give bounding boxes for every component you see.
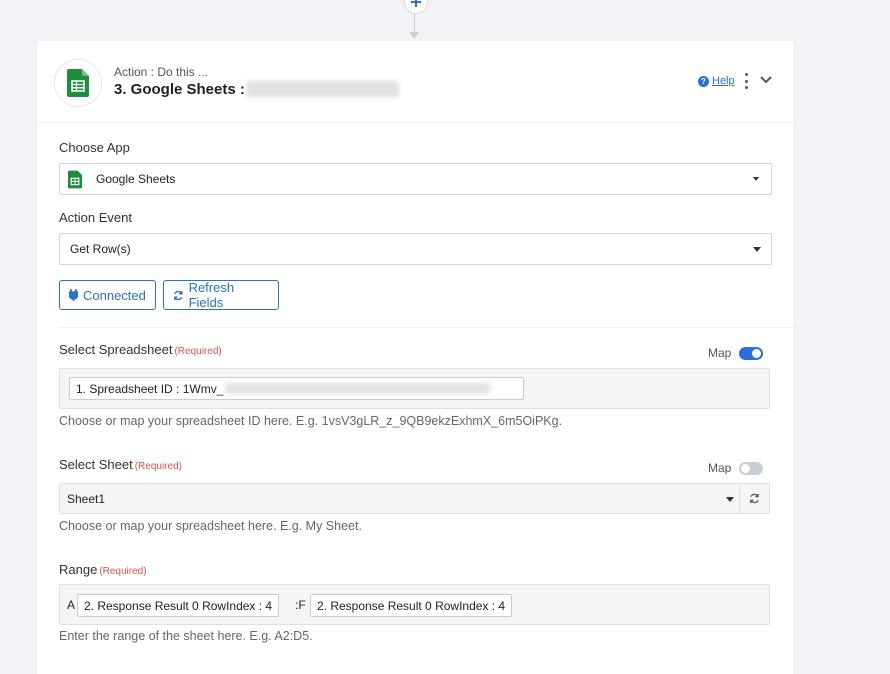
select-sheet-label: Select Sheet (Required)	[59, 457, 182, 472]
refresh-icon	[750, 493, 759, 504]
step-connector	[414, 14, 415, 34]
range-text: Range	[59, 562, 98, 577]
connected-label: Connected	[83, 287, 146, 303]
more-options-icon[interactable]	[743, 73, 749, 89]
spreadsheet-map-field[interactable]: 1. Spreadsheet ID : 1Wmv_	[59, 368, 770, 409]
spreadsheet-id-chip-text: 1. Spreadsheet ID : 1Wmv_	[76, 381, 224, 396]
range-end-chip[interactable]: 2. Response Result 0 RowIndex : 4	[310, 594, 513, 617]
plug-icon	[69, 289, 78, 301]
choose-app-select[interactable]: Google Sheets	[59, 163, 772, 195]
step-subtitle: Action : Do this ...	[114, 65, 209, 79]
sheet-refresh-button[interactable]	[740, 483, 770, 514]
sheet-select[interactable]: Sheet1	[59, 483, 740, 514]
chevron-down-icon[interactable]	[759, 73, 773, 87]
sheet-hint: Choose or map your spreadsheet here. E.g…	[59, 519, 362, 533]
range-prefix: A	[67, 598, 76, 612]
redacted-spreadsheet-id	[225, 383, 491, 394]
sheet-map-toggle[interactable]: Map	[708, 461, 764, 475]
google-sheets-logo	[54, 59, 102, 107]
toggle-switch-off[interactable]	[739, 461, 764, 475]
caret-down-icon	[726, 497, 734, 502]
select-spreadsheet-label: Select Spreadsheet (Required)	[59, 342, 222, 357]
refresh-fields-label: Refresh Fields	[188, 280, 235, 310]
connected-button[interactable]: Connected	[59, 280, 156, 310]
required-marker: (Required)	[99, 566, 147, 577]
help-label: Help	[712, 75, 735, 87]
help-link[interactable]: ? Help	[698, 75, 735, 87]
action-event-select[interactable]: Get Row(s)	[59, 233, 772, 265]
google-sheets-icon	[68, 170, 82, 189]
range-separator: :F	[295, 598, 306, 612]
refresh-icon	[174, 290, 183, 300]
range-field[interactable]: A 2. Response Result 0 RowIndex : 4 :F 2…	[59, 584, 770, 625]
plus-icon	[411, 0, 421, 7]
redacted-step-name	[246, 81, 399, 97]
google-sheets-icon	[67, 69, 89, 97]
toggle-switch-on[interactable]	[739, 346, 764, 360]
step-title: 3. Google Sheets :	[114, 81, 245, 98]
caret-down-icon	[753, 247, 761, 252]
caret-down-icon	[753, 177, 759, 181]
range-hint: Enter the range of the sheet here. E.g. …	[59, 629, 313, 643]
add-step-button[interactable]	[404, 0, 428, 14]
step-header[interactable]: Action : Do this ... 3. Google Sheets : …	[37, 41, 794, 123]
range-start-chip[interactable]: 2. Response Result 0 RowIndex : 4	[77, 594, 280, 617]
spreadsheet-hint: Choose or map your spreadsheet ID here. …	[59, 414, 563, 428]
choose-app-value: Google Sheets	[96, 172, 176, 186]
spreadsheet-id-chip[interactable]: 1. Spreadsheet ID : 1Wmv_	[69, 377, 524, 400]
select-sheet-text: Select Sheet	[59, 457, 133, 472]
map-label: Map	[708, 461, 732, 475]
spreadsheet-map-toggle[interactable]: Map	[708, 346, 764, 360]
required-marker: (Required)	[134, 461, 182, 472]
connector-arrow-icon	[409, 32, 419, 39]
map-label: Map	[708, 346, 732, 360]
sheet-value: Sheet1	[67, 492, 106, 506]
refresh-fields-button[interactable]: Refresh Fields	[163, 280, 279, 310]
action-step-card: Action : Do this ... 3. Google Sheets : …	[37, 41, 794, 674]
action-event-value: Get Row(s)	[70, 242, 131, 256]
required-marker: (Required)	[174, 346, 222, 357]
section-divider	[59, 327, 794, 328]
range-label: Range (Required)	[59, 562, 147, 577]
action-event-label: Action Event	[59, 210, 132, 225]
choose-app-label: Choose App	[59, 140, 130, 155]
select-spreadsheet-text: Select Spreadsheet	[59, 342, 173, 357]
question-icon: ?	[698, 75, 709, 87]
